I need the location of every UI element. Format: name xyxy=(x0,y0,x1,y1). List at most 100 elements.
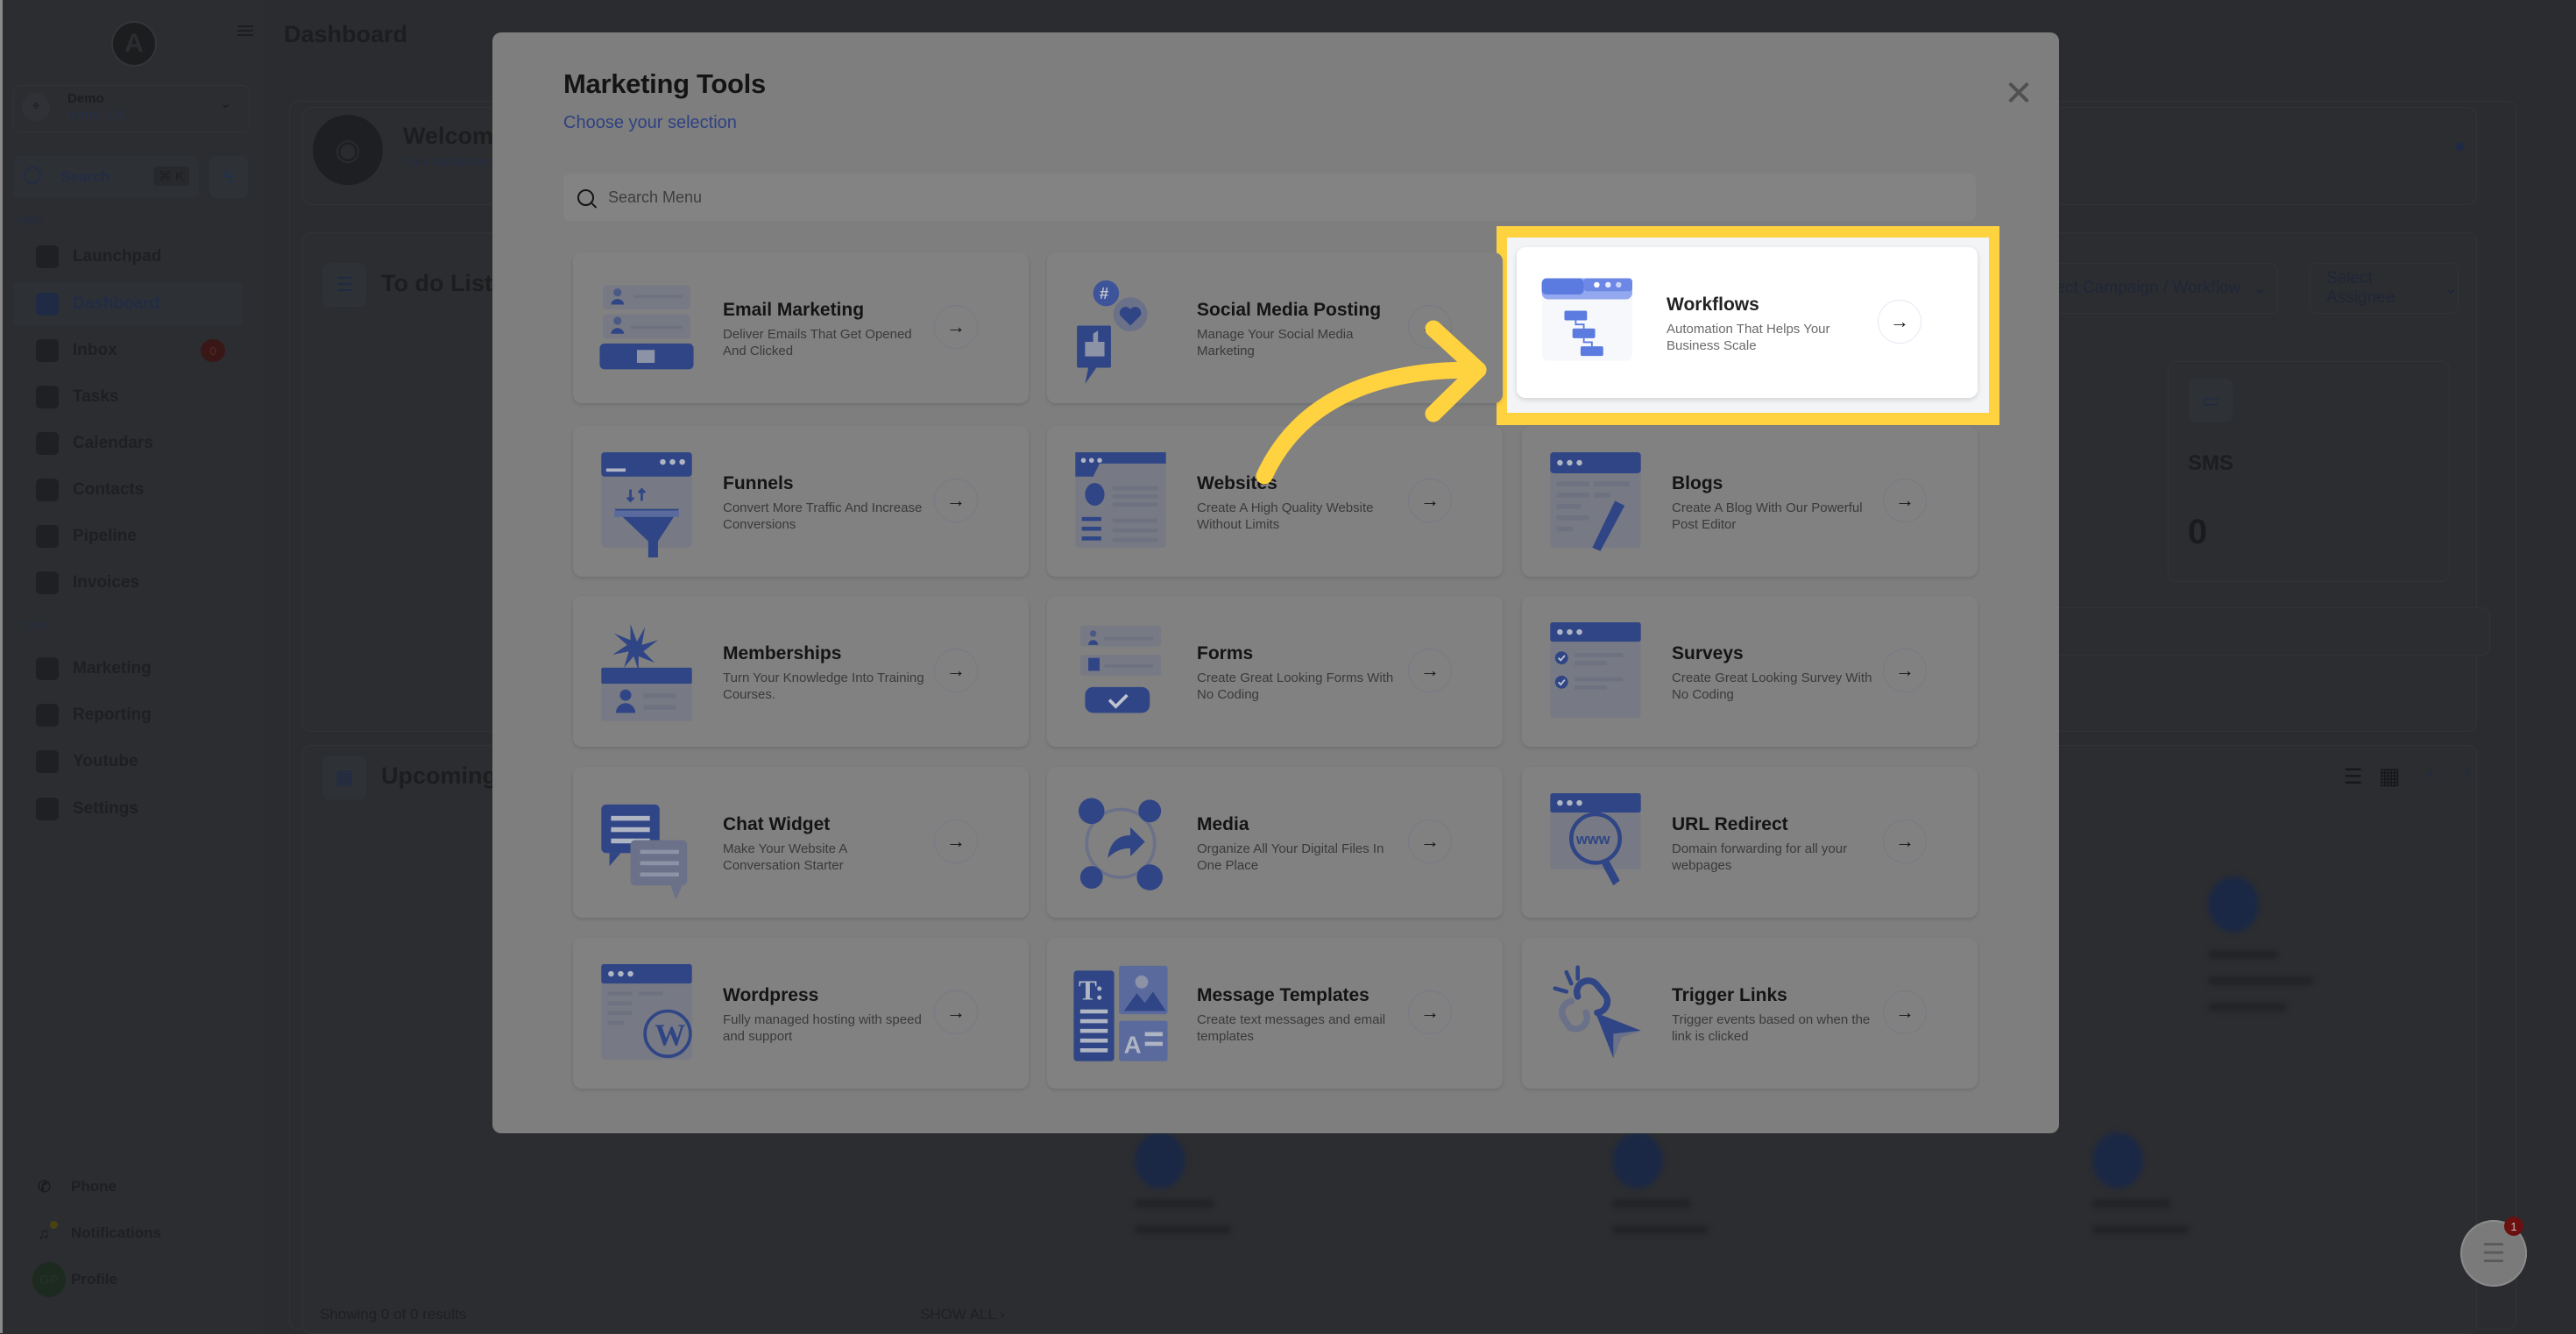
modal-title: Marketing Tools xyxy=(563,68,766,99)
search-icon xyxy=(577,188,594,206)
grid-view-icon[interactable]: ▦ xyxy=(2379,763,2401,790)
tool-card-social-media-posting[interactable]: # Social Media Posting Manage Your Social … xyxy=(1047,252,1503,403)
arrow-right-icon[interactable]: → xyxy=(934,479,978,522)
palette-icon[interactable]: ● xyxy=(2453,134,2466,159)
chat-bubble-icon: ☰ xyxy=(2481,1238,2506,1268)
message-templates-icon: T: A xyxy=(1073,965,1168,1061)
tool-card-surveys[interactable]: Surveys Create Great Looking Survey With … xyxy=(1522,596,1978,747)
sidebar-item-tasks[interactable]: Tasks xyxy=(13,375,243,419)
tool-card-blogs[interactable]: Blogs Create A Blog With Our Powerful Pos… xyxy=(1522,426,1978,577)
tool-card-funnels[interactable]: Funnels Convert More Traffic And Increase… xyxy=(573,426,1029,577)
svg-text:W: W xyxy=(655,1018,685,1052)
search-input[interactable] xyxy=(606,187,1924,208)
sidebar-item-launchpad[interactable]: Launchpad xyxy=(13,235,243,279)
arrow-right-icon[interactable]: → xyxy=(934,649,978,692)
tool-card-forms[interactable]: Forms Create Great Looking Forms With No … xyxy=(1047,596,1503,747)
tool-card-wordpress[interactable]: W Wordpress Fully managed hosting with spe… xyxy=(573,938,1029,1089)
tool-card-workflows[interactable]: Workflows Automation That Helps Your Busi… xyxy=(1517,247,1978,398)
arrow-right-icon[interactable]: → xyxy=(934,990,978,1034)
camera-icon[interactable]: ◉ xyxy=(313,115,383,185)
prev-page-icon[interactable]: ‹ xyxy=(2427,761,2434,785)
workflows-icon xyxy=(1541,278,1632,361)
todo-title: To do List xyxy=(381,270,492,296)
sidebar-item-dashboard[interactable]: Dashboard xyxy=(13,282,243,326)
tool-card-url-redirect[interactable]: www URL Redirect Domain forwarding for all… xyxy=(1522,767,1978,918)
sidebar-item-inbox[interactable]: Inbox 0 xyxy=(13,329,243,373)
sidebar-profile[interactable]: GP Profile xyxy=(32,1262,117,1297)
arrow-right-icon[interactable]: → xyxy=(1408,305,1452,349)
website-icon xyxy=(1075,452,1166,548)
sidebar-item-pipeline[interactable]: Pipeline xyxy=(13,514,243,558)
chevron-right-icon: › xyxy=(1000,1306,1005,1323)
page-title: Dashboard xyxy=(284,21,408,47)
sms-icon: ▭ xyxy=(2189,379,2233,422)
close-icon[interactable]: ✕ xyxy=(1999,75,2038,113)
next-page-icon[interactable]: › xyxy=(2464,761,2471,785)
list-view-icon[interactable]: ☰ xyxy=(2344,764,2363,790)
quick-actions-button[interactable]: ϟ xyxy=(209,156,248,198)
apps-section-label: Apps xyxy=(17,212,45,226)
tool-card-title: Chat Widget xyxy=(723,814,831,834)
arrow-right-icon[interactable]: → xyxy=(1878,300,1921,344)
launchpad-icon xyxy=(36,245,59,268)
tool-card-media[interactable]: Media Organize All Your Digital Files In … xyxy=(1047,767,1503,918)
sidebar-item-contacts[interactable]: Contacts xyxy=(13,468,243,512)
contact-card xyxy=(1135,1132,1231,1234)
phone-icon: ✆ xyxy=(38,1178,52,1196)
search-icon xyxy=(24,167,41,184)
sidebar-notifications[interactable]: ♫ Notifications xyxy=(38,1221,161,1242)
arrow-right-icon[interactable]: → xyxy=(1408,649,1452,692)
sidebar-search-label: Search xyxy=(60,168,110,185)
tools-section-label: Tools xyxy=(20,618,49,632)
tool-card-title: Surveys xyxy=(1672,643,1744,663)
menu-toggle-icon[interactable] xyxy=(237,23,253,39)
sidebar-phone[interactable]: ✆ Phone xyxy=(38,1178,117,1196)
results-count: Showing 0 of 0 results xyxy=(320,1306,467,1323)
location-pin-icon: ⌖ xyxy=(22,93,50,121)
arrow-right-icon[interactable]: → xyxy=(1408,479,1452,522)
app-logo: A xyxy=(111,21,157,67)
tool-card-email-marketing[interactable]: Email Marketing Deliver Emails That Get O… xyxy=(573,252,1029,403)
chart-pie-icon xyxy=(36,704,59,727)
sidebar-item-marketing[interactable]: Marketing xyxy=(13,647,243,691)
tool-card-description: Fully managed hosting with speed and sup… xyxy=(723,1012,922,1044)
calendar-icon: ▦ xyxy=(322,756,366,799)
svg-text:A: A xyxy=(1124,1032,1142,1059)
tool-card-memberships[interactable]: Memberships Turn Your Knowledge Into Trai… xyxy=(573,596,1029,747)
tool-card-chat-widget[interactable]: Chat Widget Make Your Website A Conversat… xyxy=(573,767,1029,918)
bell-icon: ♫ xyxy=(38,1221,58,1242)
arrow-right-icon[interactable]: → xyxy=(1408,820,1452,863)
arrow-right-icon[interactable]: → xyxy=(1883,479,1927,522)
chevron-down-icon[interactable]: ⌄ xyxy=(220,95,231,112)
tool-card-title: Funnels xyxy=(723,473,794,493)
arrow-right-icon[interactable]: → xyxy=(1408,990,1452,1034)
show-all-link[interactable]: SHOW ALL › xyxy=(920,1306,1005,1323)
tool-card-description: Create Great Looking Survey With No Codi… xyxy=(1672,671,1872,702)
email-marketing-icon xyxy=(599,285,694,370)
tool-card-description: Make Your Website A Conversation Starter xyxy=(723,841,847,873)
arrow-right-icon[interactable]: → xyxy=(1883,820,1927,863)
todo-input-bar[interactable] xyxy=(2015,607,2490,656)
sidebar-item-reporting[interactable]: Reporting xyxy=(13,693,243,737)
sidebar-item-invoices[interactable]: Invoices xyxy=(13,561,243,605)
search-menu-field[interactable] xyxy=(563,174,1976,221)
arrow-right-icon[interactable]: → xyxy=(1883,649,1927,692)
tool-card-title: Forms xyxy=(1197,643,1254,663)
sidebar-item-calendars[interactable]: Calendars xyxy=(13,422,243,465)
tool-card-trigger-links[interactable]: Trigger Links Trigger events based on whe… xyxy=(1522,938,1978,1089)
youtube-icon xyxy=(36,750,59,773)
sidebar-item-youtube[interactable]: Youtube xyxy=(13,740,243,784)
social-media-icon: # xyxy=(1077,280,1148,384)
search-shortcut: ⌘ K xyxy=(153,167,190,186)
arrow-right-icon[interactable]: → xyxy=(1883,990,1927,1034)
assignee-select[interactable]: Select Assignee ⌄ xyxy=(2310,263,2459,314)
contact-card xyxy=(1612,1132,1709,1234)
tool-card-message-templates[interactable]: T: A Message Templates Create text messages… xyxy=(1047,938,1503,1089)
arrow-right-icon[interactable]: → xyxy=(934,305,978,349)
sidebar-item-settings[interactable]: Settings xyxy=(13,787,243,831)
modal-subtitle: Choose your selection xyxy=(563,113,737,132)
arrow-right-icon[interactable]: → xyxy=(934,820,978,863)
lightning-icon: ϟ xyxy=(223,166,234,188)
tool-card-websites[interactable]: Websites Create A High Quality Website Wi… xyxy=(1047,426,1503,577)
trigger-links-icon xyxy=(1553,965,1641,1059)
